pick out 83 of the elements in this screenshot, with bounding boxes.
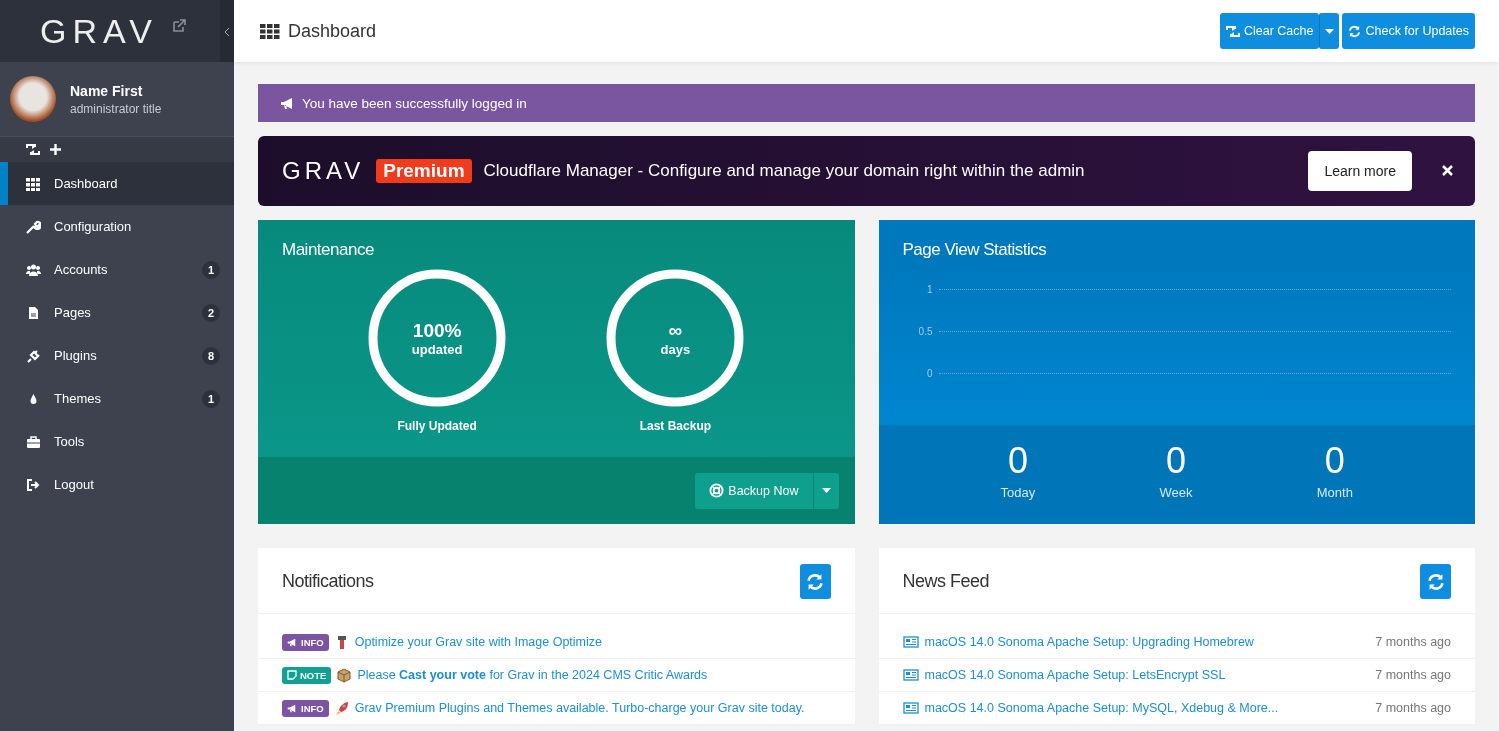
notification-link[interactable]: Grav Premium Plugins and Themes available. Turbo-charge your Grav site today. <box>354 701 831 715</box>
panel-title: Maintenance <box>281 239 375 260</box>
news-time: 7 months ago <box>1375 635 1451 649</box>
refresh-button[interactable] <box>799 564 831 599</box>
sidebar-item[interactable]: Pages 2 <box>0 291 234 334</box>
user-title: administrator title <box>70 101 162 116</box>
ring-value: 100% <box>412 319 462 342</box>
sidebar-item[interactable]: Tools <box>0 420 234 463</box>
clear-cache-button[interactable]: Clear Cache <box>1220 13 1320 49</box>
plug-icon <box>26 348 41 363</box>
check-updates-button[interactable]: Check for Updates <box>1342 13 1475 49</box>
refresh-icon <box>1426 572 1445 591</box>
ring-caption: Last Backup <box>639 419 712 433</box>
counter-label: Month <box>1316 485 1353 500</box>
lifebuoy-icon <box>709 483 725 498</box>
plus-icon[interactable] <box>50 144 61 155</box>
dropdown-button[interactable] <box>1319 13 1340 49</box>
grav-logo: GRAV <box>282 157 365 185</box>
count-badge: 1 <box>202 389 220 408</box>
retweet-icon <box>1226 25 1240 37</box>
news-link[interactable]: macOS 14.0 Sonoma Apache Setup: MySQL, Xdebug & More... <box>924 701 1370 715</box>
wrench-icon <box>26 219 41 234</box>
refresh-icon <box>806 572 824 591</box>
axis-label: 1 <box>925 284 933 295</box>
box-icon <box>337 667 352 683</box>
refresh-button[interactable] <box>1420 564 1451 599</box>
tag-badge: INFO <box>282 699 329 717</box>
panel-title: News Feed <box>902 571 990 592</box>
ring-unit: days <box>660 341 691 357</box>
sidebar-item[interactable]: Plugins 8 <box>0 334 234 377</box>
sidebar-item[interactable]: Accounts 1 <box>0 248 234 291</box>
premium-badge: Premium <box>376 159 472 183</box>
count-badge: 8 <box>202 346 220 365</box>
file-icon <box>26 305 41 320</box>
chevron-left-icon <box>224 27 230 36</box>
sidebar-item[interactable]: Logout <box>0 463 234 506</box>
news-link[interactable]: macOS 14.0 Sonoma Apache Setup: LetsEncrypt SSL <box>924 668 1370 682</box>
rocket-icon <box>334 700 349 716</box>
counter-label: Week <box>1159 485 1193 500</box>
grid-icon <box>260 23 280 39</box>
retweet-icon[interactable] <box>26 144 40 155</box>
ring-caption: Fully Updated <box>397 419 477 433</box>
external-link-icon[interactable] <box>171 19 186 33</box>
caret-icon <box>821 488 831 493</box>
panel-title: Page View Statistics <box>878 220 1475 264</box>
counter-value: 0 <box>1006 443 1029 479</box>
promo-text: Cloudflare Manager - Configure and manage your domain right within the admin <box>483 161 1086 181</box>
sidebar-item[interactable]: Themes 1 <box>0 377 234 420</box>
counter-label: Today <box>1000 485 1036 500</box>
ring-value: ∞ <box>668 319 683 342</box>
axis-label: 0 <box>925 368 933 379</box>
notification-link[interactable]: Optimize your Grav site with Image Optimize <box>354 635 831 649</box>
logout-icon <box>26 477 41 492</box>
sidebar-item[interactable]: Configuration <box>0 205 234 248</box>
news-time: 7 months ago <box>1375 668 1451 682</box>
newspaper-icon <box>902 636 919 648</box>
page-title: Dashboard <box>288 20 377 42</box>
axis-label: 0.5 <box>917 326 933 337</box>
grid-icon <box>26 176 41 191</box>
tag-badge: NOTE <box>282 666 332 684</box>
news-link[interactable]: macOS 14.0 Sonoma Apache Setup: Upgrading Homebrew <box>924 635 1370 649</box>
learn-more-button[interactable]: Learn more <box>1308 151 1412 191</box>
count-badge: 2 <box>202 303 220 322</box>
users-icon <box>26 262 41 277</box>
news-time: 7 months ago <box>1375 701 1451 715</box>
close-icon <box>1442 164 1453 176</box>
briefcase-icon <box>26 434 41 449</box>
avatar <box>10 76 56 122</box>
notification-link[interactable]: Please Cast your vote for Grav in the 2024 CMS Critic Awards <box>357 668 831 682</box>
dropdown-button[interactable] <box>812 472 839 509</box>
panel-title: Notifications <box>282 571 374 592</box>
user-name: Name First <box>70 82 144 99</box>
tag-badge: INFO <box>282 633 329 651</box>
count-badge: 1 <box>202 260 220 279</box>
alert-text: You have been successfully logged in <box>302 95 527 111</box>
counter-value: 0 <box>1165 443 1188 479</box>
caret-icon <box>1325 28 1335 34</box>
refresh-icon <box>1348 24 1362 38</box>
counter-value: 0 <box>1323 443 1346 479</box>
ring-unit: updated <box>411 341 463 357</box>
newspaper-icon <box>902 702 919 714</box>
sidebar-item[interactable]: Dashboard <box>0 162 234 205</box>
newspaper-icon <box>902 669 919 681</box>
